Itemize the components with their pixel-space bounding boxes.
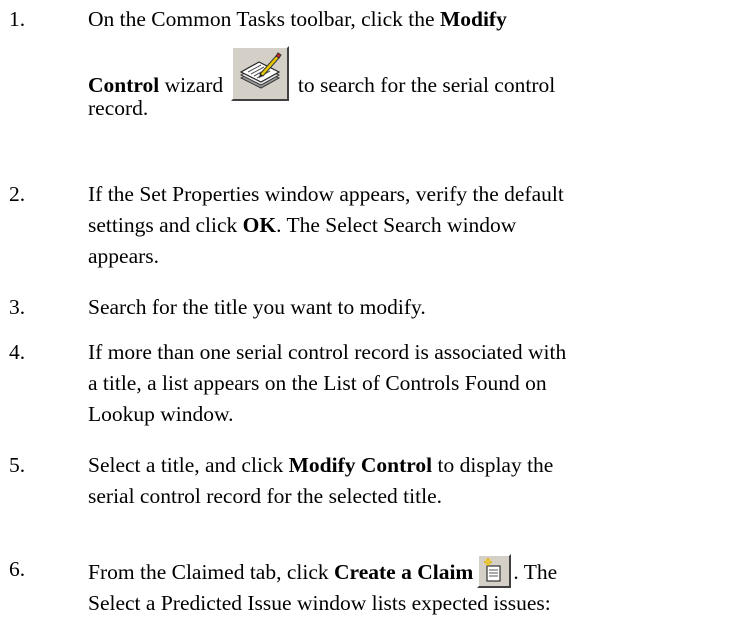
step-1: 1. On the Common Tasks toolbar, click th… xyxy=(0,4,730,164)
step-text: If the Set Properties window appears, ve… xyxy=(88,182,564,268)
ui-term-modify: Modify xyxy=(439,7,507,31)
ui-term-create-a-claim: Create a Claim xyxy=(334,560,474,584)
step-5: 5. Select a title, and click Modify Cont… xyxy=(0,450,730,516)
step-text: Search for the title you want to modify. xyxy=(88,295,426,319)
step-6: 6. From the Claimed tab, click Create a … xyxy=(0,554,730,620)
step-number: 6. xyxy=(9,557,26,581)
step-text: From the Claimed tab, click Create a Cla… xyxy=(88,554,723,619)
step-text: If more than one serial control record i… xyxy=(88,340,567,426)
step-3: 3. Search for the title you want to modi… xyxy=(0,292,730,324)
step-text: Select a title, and click Modify Control… xyxy=(88,453,554,508)
step-number: 4. xyxy=(9,340,26,364)
step-4: 4. If more than one serial control recor… xyxy=(0,337,730,437)
create-claim-icon xyxy=(477,554,512,588)
step-text: On the Common Tasks toolbar, click the M… xyxy=(88,7,556,120)
ui-term-modify-control: Modify Control xyxy=(288,453,433,477)
modify-control-wizard-icon xyxy=(230,46,289,101)
step-number: 1. xyxy=(9,7,26,31)
ui-term-ok: OK xyxy=(242,213,277,237)
step-number: 5. xyxy=(9,453,26,477)
step-number: 2. xyxy=(9,182,26,206)
step-number: 3. xyxy=(9,295,26,319)
step-2: 2. If the Set Properties window appears,… xyxy=(0,179,730,279)
